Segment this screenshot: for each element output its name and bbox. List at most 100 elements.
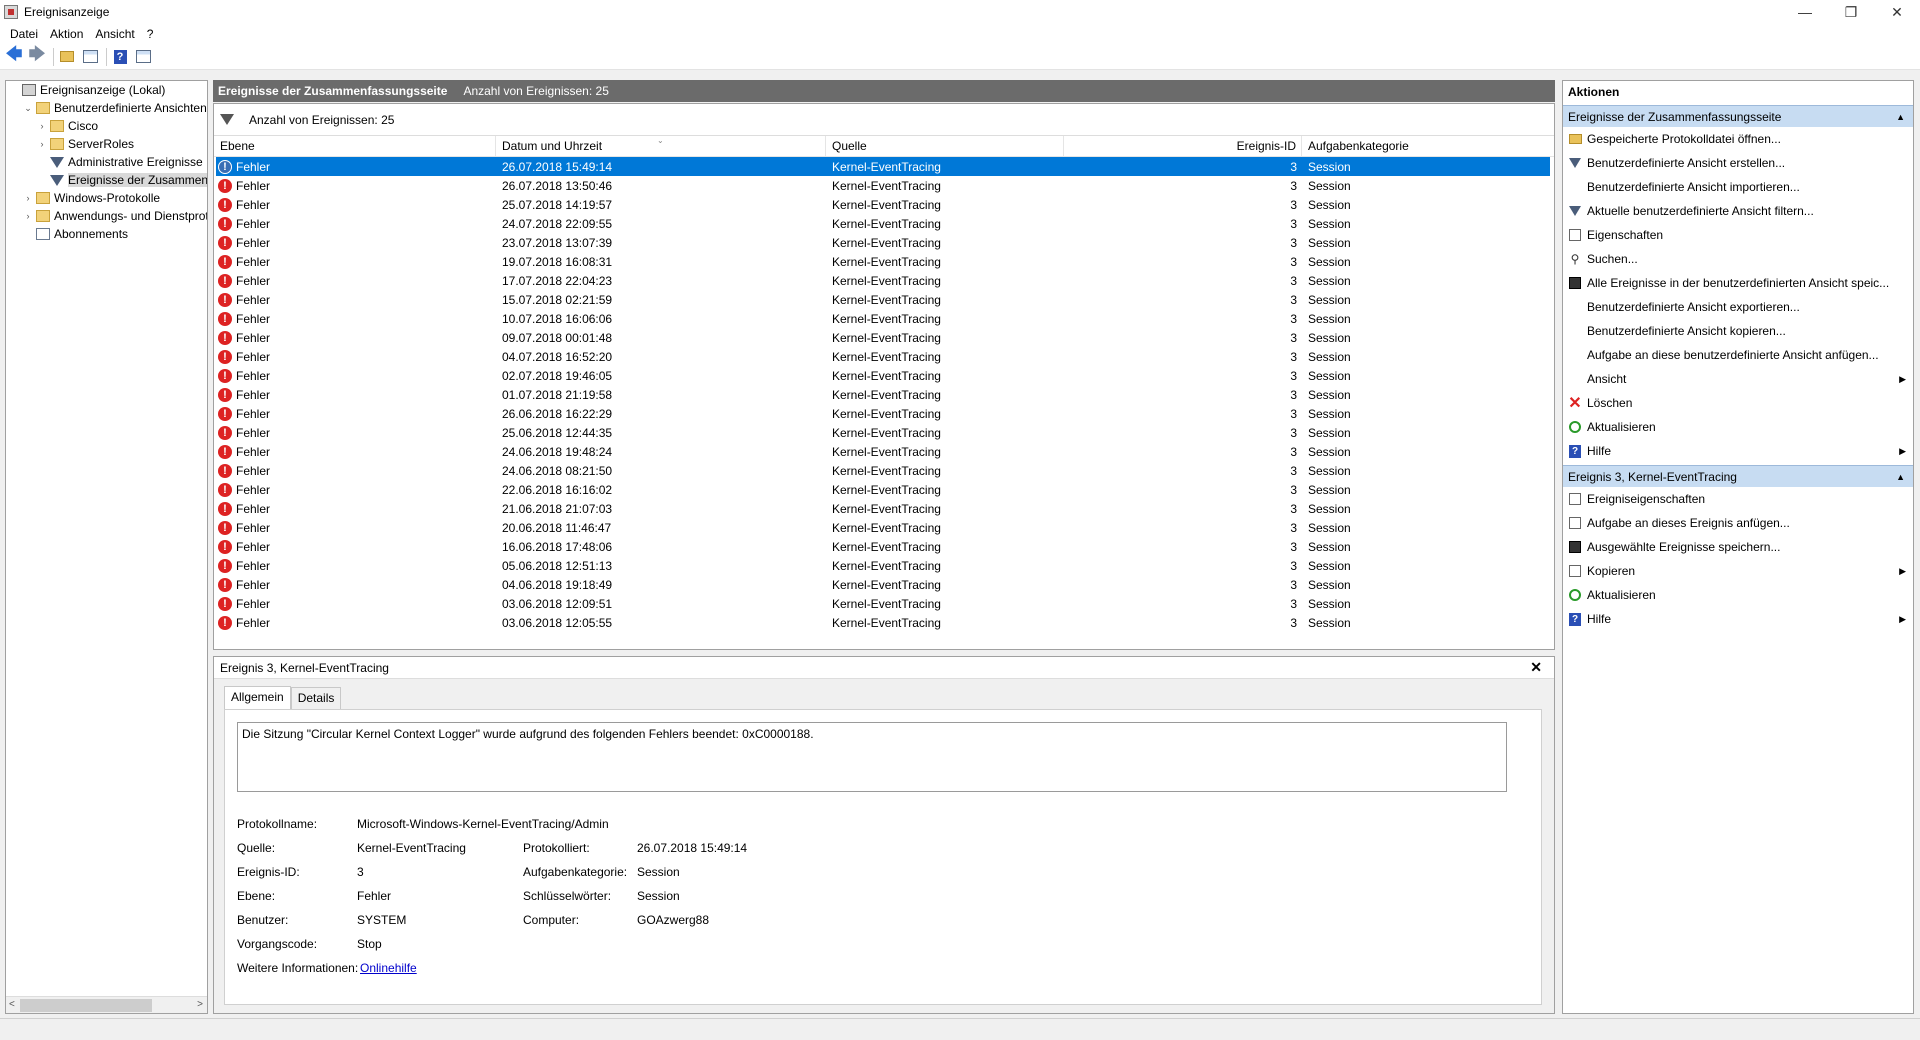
event-message[interactable]: Die Sitzung "Circular Kernel Context Log… — [237, 722, 1507, 792]
action-item[interactable]: Benutzerdefinierte Ansicht kopieren... — [1563, 319, 1913, 343]
action-item[interactable]: Aktualisieren — [1563, 415, 1913, 439]
action-item[interactable]: Gespeicherte Protokolldatei öffnen... — [1563, 127, 1913, 151]
event-row[interactable]: ! Fehler 04.06.2018 19:18:49 Kernel-EventTr… — [216, 575, 1552, 594]
show-hide-action-pane-button[interactable] — [133, 47, 153, 67]
scroll-left-icon[interactable]: < — [9, 999, 15, 1010]
tree-item[interactable]: ⌄ Benutzerdefinierte Ansichten — [6, 99, 207, 117]
menu-aktion[interactable]: Aktion — [44, 27, 89, 41]
event-row[interactable]: ! Fehler 05.06.2018 12:51:13 Kernel-EventTr… — [216, 556, 1552, 575]
forward-button[interactable]: 🡆 — [27, 46, 47, 67]
action-item[interactable]: Ansicht ▶ — [1563, 367, 1913, 391]
collapse-icon[interactable]: ▲ — [1896, 472, 1905, 482]
event-row[interactable]: ! Fehler 04.07.2018 16:52:20 Kernel-EventTr… — [216, 347, 1552, 366]
actions-section-view[interactable]: Ereignisse der Zusammenfassungsseite ▲ — [1563, 105, 1913, 127]
event-row[interactable]: ! Fehler 16.06.2018 17:48:06 Kernel-EventTr… — [216, 537, 1552, 556]
event-row[interactable]: ! Fehler 21.06.2018 21:07:03 Kernel-EventTr… — [216, 499, 1552, 518]
column-quelle[interactable]: Quelle — [826, 136, 1064, 156]
cell-event-id: 3 — [1064, 328, 1302, 347]
event-row[interactable]: ! Fehler 24.06.2018 08:21:50 Kernel-EventTr… — [216, 461, 1552, 480]
cell-date: 01.07.2018 21:19:58 — [496, 385, 826, 404]
event-row[interactable]: ! Fehler 02.07.2018 19:46:05 Kernel-EventTr… — [216, 366, 1552, 385]
help-button[interactable]: ? — [110, 47, 130, 67]
action-item[interactable]: Kopieren ▶ — [1563, 559, 1913, 583]
event-row[interactable]: ! Fehler 20.06.2018 11:46:47 Kernel-EventTr… — [216, 518, 1552, 537]
action-item[interactable]: Aufgabe an dieses Ereignis anfügen... — [1563, 511, 1913, 535]
event-row[interactable]: ! Fehler 23.07.2018 13:07:39 Kernel-EventTr… — [216, 233, 1552, 252]
cell-date-text: 09.07.2018 00:01:48 — [502, 330, 613, 345]
cell-event-id: 3 — [1064, 233, 1302, 252]
tab-allgemein[interactable]: Allgemein — [224, 686, 291, 709]
expander-icon[interactable]: › — [22, 211, 34, 221]
column-aufgabenkategorie[interactable]: Aufgabenkategorie — [1302, 136, 1542, 156]
scrollbar-thumb[interactable] — [20, 999, 152, 1012]
action-item[interactable]: Aktuelle benutzerdefinierte Ansicht filt… — [1563, 199, 1913, 223]
back-button[interactable]: 🡄 — [4, 46, 24, 67]
action-item[interactable]: Benutzerdefinierte Ansicht exportieren..… — [1563, 295, 1913, 319]
tree-horizontal-scrollbar[interactable]: < > — [6, 996, 207, 1013]
event-row[interactable]: ! Fehler 03.06.2018 12:05:55 Kernel-EventTr… — [216, 613, 1552, 632]
action-item[interactable]: Benutzerdefinierte Ansicht importieren..… — [1563, 175, 1913, 199]
action-item[interactable]: Alle Ereignisse in der benutzerdefiniert… — [1563, 271, 1913, 295]
event-row[interactable]: ! Fehler 24.07.2018 22:09:55 Kernel-EventTr… — [216, 214, 1552, 233]
cell-level-text: Fehler — [236, 482, 271, 497]
tree-item[interactable]: Administrative Ereignisse — [6, 153, 207, 171]
actions-section-event[interactable]: Ereignis 3, Kernel-EventTracing ▲ — [1563, 465, 1913, 487]
cell-source: Kernel-EventTracing — [826, 195, 1064, 214]
event-row[interactable]: ! Fehler 26.06.2018 16:22:29 Kernel-EventTr… — [216, 404, 1552, 423]
column-ebene[interactable]: Ebene — [214, 136, 496, 156]
tree-item[interactable]: › Anwendungs- und Dienstprot — [6, 207, 208, 225]
cell-level-text: Fehler — [236, 463, 271, 478]
close-details-icon[interactable]: ✕ — [1530, 659, 1542, 676]
event-row[interactable]: ! Fehler 15.07.2018 02:21:59 Kernel-EventTr… — [216, 290, 1552, 309]
action-item[interactable]: Eigenschaften — [1563, 223, 1913, 247]
event-row[interactable]: ! Fehler 17.07.2018 22:04:23 Kernel-EventTr… — [216, 271, 1552, 290]
event-row[interactable]: ! Fehler 03.06.2018 12:09:51 Kernel-EventTr… — [216, 594, 1552, 613]
cell-level: ! Fehler — [216, 271, 496, 290]
collapse-icon[interactable]: ▲ — [1896, 112, 1905, 122]
scroll-right-icon[interactable]: > — [197, 999, 203, 1010]
event-row[interactable]: ! Fehler 25.07.2018 14:19:57 Kernel-EventTr… — [216, 195, 1552, 214]
menu-datei[interactable]: Datei — [4, 27, 44, 41]
tree-item[interactable]: › Windows-Protokolle — [6, 189, 207, 207]
restore-button[interactable]: ❐ — [1828, 0, 1874, 24]
tree-item[interactable]: Ereignisse der Zusammenf — [6, 171, 207, 189]
event-row[interactable]: ! Fehler 01.07.2018 21:19:58 Kernel-EventTr… — [216, 385, 1552, 404]
menu-help[interactable]: ? — [141, 27, 160, 41]
action-item[interactable]: Ausgewählte Ereignisse speichern... — [1563, 535, 1913, 559]
event-row[interactable]: ! Fehler 25.06.2018 12:44:35 Kernel-EventTr… — [216, 423, 1552, 442]
tree-item[interactable]: › Cisco — [6, 117, 207, 135]
action-item[interactable]: ✕ Löschen — [1563, 391, 1913, 415]
close-button[interactable]: ✕ — [1874, 0, 1920, 24]
error-icon: ! — [218, 216, 232, 231]
event-row[interactable]: ! Fehler 09.07.2018 00:01:48 Kernel-EventTr… — [216, 328, 1552, 347]
event-row[interactable]: ! Fehler 22.06.2018 16:16:02 Kernel-EventTr… — [216, 480, 1552, 499]
event-row[interactable]: ! Fehler 10.07.2018 16:06:06 Kernel-EventTr… — [216, 309, 1552, 328]
action-item[interactable]: Ereigniseigenschaften — [1563, 487, 1913, 511]
expander-icon[interactable]: › — [36, 139, 48, 149]
event-row[interactable]: ! Fehler 19.07.2018 16:08:31 Kernel-EventTr… — [216, 252, 1552, 271]
minimize-button[interactable]: — — [1782, 0, 1828, 24]
cell-source-text: Kernel-EventTracing — [832, 520, 941, 535]
column-ereignis-id[interactable]: Ereignis-ID — [1064, 136, 1302, 156]
action-item[interactable]: Benutzerdefinierte Ansicht erstellen... — [1563, 151, 1913, 175]
expander-icon[interactable]: ⌄ — [22, 103, 34, 114]
tree-item[interactable]: Abonnements — [6, 225, 207, 243]
action-item[interactable]: ⚲ Suchen... — [1563, 247, 1913, 271]
expander-icon[interactable]: › — [36, 121, 48, 131]
action-item[interactable]: Aktualisieren — [1563, 583, 1913, 607]
event-row[interactable]: ! Fehler 26.07.2018 13:50:46 Kernel-EventTr… — [216, 176, 1552, 195]
value-benutzer: SYSTEM — [357, 913, 407, 927]
event-row[interactable]: ! Fehler 24.06.2018 19:48:24 Kernel-EventTr… — [216, 442, 1552, 461]
action-item[interactable]: Aufgabe an diese benutzerdefinierte Ansi… — [1563, 343, 1913, 367]
onlinehilfe-link[interactable]: Onlinehilfe — [360, 961, 417, 975]
action-item[interactable]: ? Hilfe ▶ — [1563, 439, 1913, 463]
show-hide-console-tree-button[interactable] — [80, 47, 100, 67]
tree-item[interactable]: Ereignisanzeige (Lokal) — [6, 81, 207, 99]
tab-details[interactable]: Details — [290, 687, 342, 709]
up-folder-button[interactable] — [57, 47, 77, 67]
action-item[interactable]: ? Hilfe ▶ — [1563, 607, 1913, 631]
menu-ansicht[interactable]: Ansicht — [89, 27, 140, 41]
tree-item[interactable]: › ServerRoles — [6, 135, 207, 153]
expander-icon[interactable]: › — [22, 193, 34, 203]
event-row[interactable]: ! Fehler 26.07.2018 15:49:14 Kernel-EventTr… — [216, 157, 1550, 176]
